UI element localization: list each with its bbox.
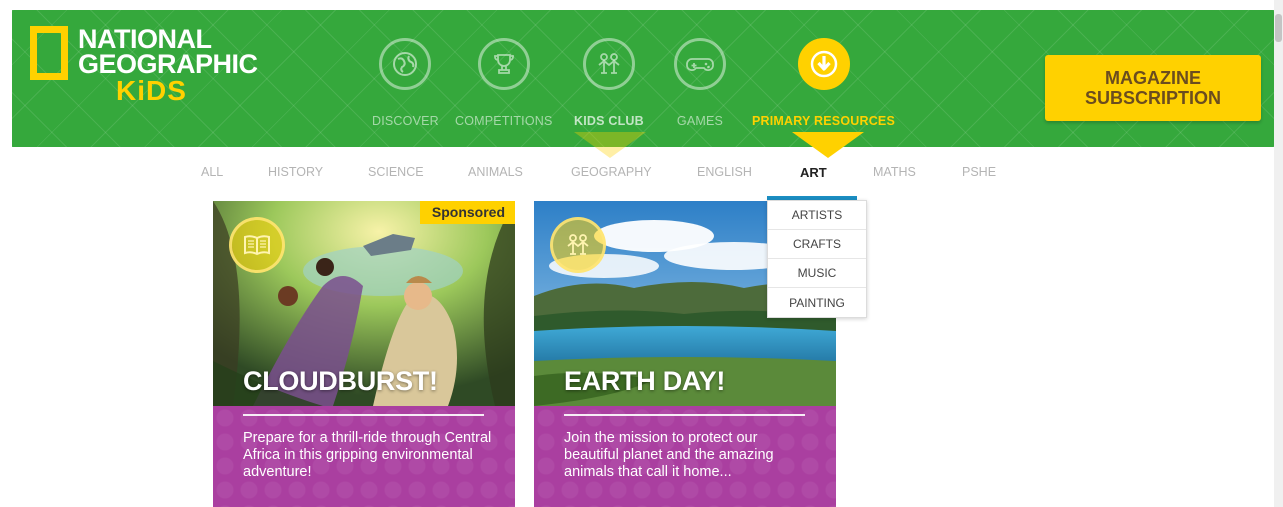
art-dropdown-menu: ARTISTS CRAFTS MUSIC PAINTING: [767, 200, 867, 318]
logo-line-2: GEOGRAPHIC: [78, 49, 258, 79]
subnav-geography[interactable]: GEOGRAPHY: [571, 165, 652, 179]
kids-club-icon: [550, 217, 606, 273]
cloudburst-image: Sponsored CLOUDBURST!: [213, 201, 515, 406]
page-scrollbar[interactable]: [1274, 0, 1283, 507]
card-body: Join the mission to protect our beautifu…: [534, 406, 836, 507]
nav-games[interactable]: GAMES: [674, 38, 726, 128]
nav-discover[interactable]: DISCOVER: [372, 38, 439, 128]
card-title: EARTH DAY!: [564, 366, 726, 396]
nav-kids-club-label: KIDS CLUB: [574, 114, 644, 128]
subnav-history[interactable]: HISTORY: [268, 165, 323, 179]
trophy-icon: [477, 38, 530, 90]
dropdown-item-artists[interactable]: ARTISTS: [768, 201, 866, 230]
magazine-subscription-button[interactable]: MAGAZINE SUBSCRIPTION: [1045, 55, 1261, 121]
dropdown-item-music[interactable]: MUSIC: [768, 259, 866, 288]
nav-discover-label: DISCOVER: [372, 114, 439, 128]
dropdown-item-crafts[interactable]: CRAFTS: [768, 230, 866, 259]
resource-card-cloudburst[interactable]: Sponsored CLOUDBURST! Prepare for a thri…: [213, 201, 515, 507]
kids-club-pointer: [574, 132, 646, 158]
card-divider: [243, 414, 484, 416]
kids-club-icon: [582, 38, 635, 90]
card-divider: [564, 414, 805, 416]
subscription-line-1: MAGAZINE: [1105, 68, 1201, 88]
scrollbar-thumb[interactable]: [1275, 14, 1282, 42]
dropdown-item-painting[interactable]: PAINTING: [768, 288, 866, 317]
subnav-english[interactable]: ENGLISH: [697, 165, 752, 179]
subscription-line-2: SUBSCRIPTION: [1084, 88, 1221, 108]
site-header: NATIONAL GEOGRAPHIC KiDS DISCOVER COMPET…: [12, 10, 1274, 147]
globe-icon: [379, 38, 432, 90]
book-icon: [229, 217, 285, 273]
card-body: Prepare for a thrill-ride through Centra…: [213, 406, 515, 507]
subnav-maths[interactable]: MATHS: [873, 165, 916, 179]
primary-resources-pointer: [792, 132, 864, 158]
logo-kids: KiDS: [116, 75, 187, 106]
nav-primary-resources[interactable]: PRIMARY RESOURCES: [752, 38, 895, 128]
card-title: CLOUDBURST!: [243, 366, 438, 396]
nav-games-label: GAMES: [676, 114, 724, 128]
card-description: Join the mission to protect our beautifu…: [564, 430, 774, 480]
site-logo[interactable]: NATIONAL GEOGRAPHIC KiDS: [30, 24, 258, 106]
subnav-art[interactable]: ART: [800, 165, 827, 180]
nav-kids-club[interactable]: KIDS CLUB: [574, 38, 644, 128]
download-arrow-icon: [797, 38, 850, 90]
logo-frame-icon: [30, 26, 68, 80]
nav-competitions[interactable]: COMPETITIONS: [455, 38, 553, 128]
page: NATIONAL GEOGRAPHIC KiDS DISCOVER COMPET…: [0, 0, 1283, 507]
nav-competitions-label: COMPETITIONS: [455, 114, 553, 128]
gamepad-icon: [674, 38, 726, 90]
sponsored-badge: Sponsored: [419, 201, 515, 224]
subnav-animals[interactable]: ANIMALS: [468, 165, 523, 179]
subnav-science[interactable]: SCIENCE: [368, 165, 424, 179]
card-description: Prepare for a thrill-ride through Centra…: [243, 430, 492, 480]
subnav-pshe[interactable]: PSHE: [962, 165, 996, 179]
subnav-all[interactable]: ALL: [201, 165, 223, 179]
nav-primary-resources-label: PRIMARY RESOURCES: [752, 114, 896, 128]
